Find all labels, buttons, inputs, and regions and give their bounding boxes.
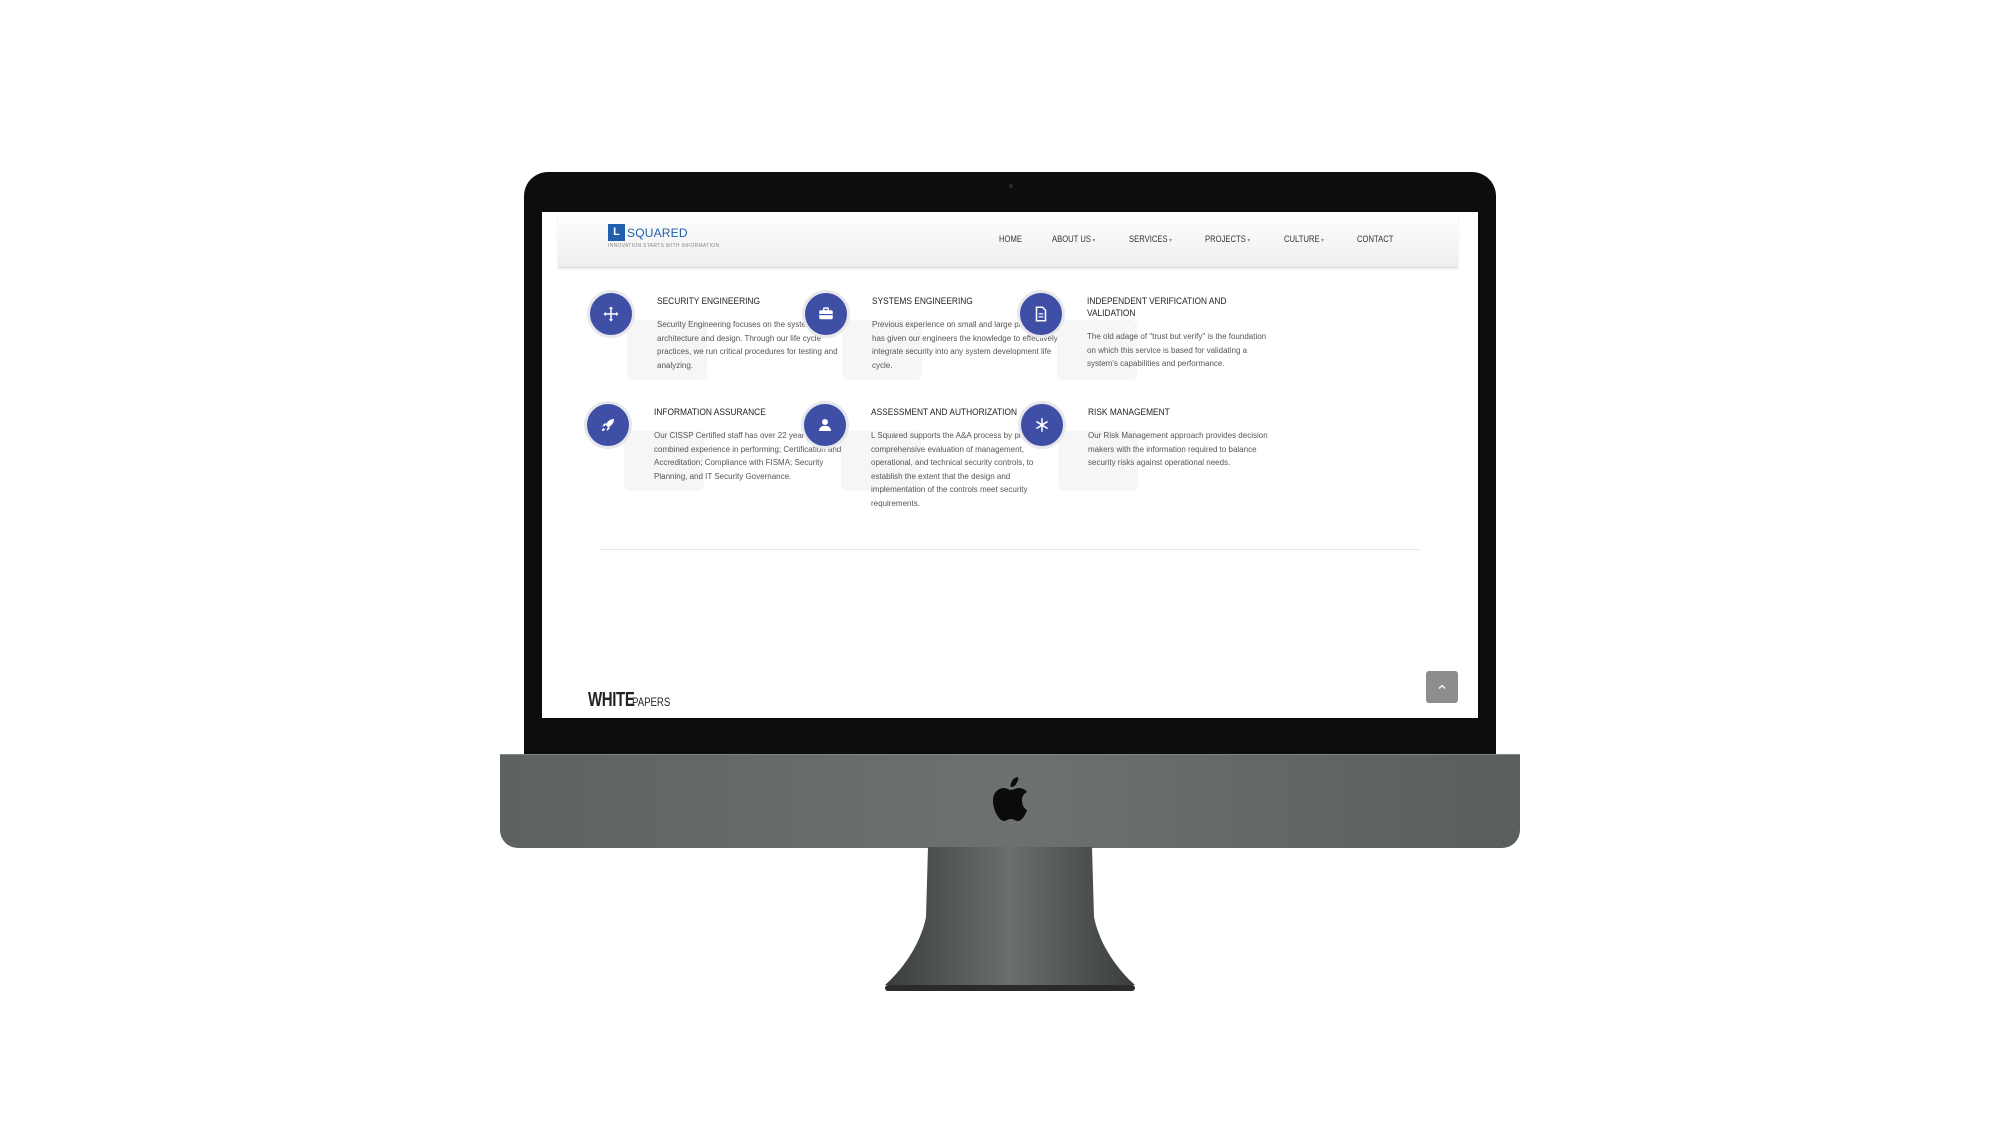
- service-risk-management: RISK MANAGEMENT Our Risk Management appr…: [1018, 401, 1278, 511]
- nav-about-us[interactable]: ABOUT US ▾: [1052, 234, 1095, 244]
- nav-services-label: SERVICES: [1128, 234, 1168, 244]
- nav-projects-label: PROJECTS: [1205, 234, 1247, 244]
- section-divider: [600, 549, 1420, 550]
- website-screen: L SQUARED INNOVATION STARTS WITH INFORMAT…: [542, 212, 1478, 718]
- section-heading: WHITEPAPERS: [588, 689, 680, 712]
- chevron-down-icon: ▾: [1169, 238, 1172, 244]
- nav-projects[interactable]: PROJECTS ▾: [1205, 234, 1250, 244]
- logo-letter: L: [608, 224, 625, 242]
- user-icon: [801, 401, 849, 449]
- nav-about-us-label: ABOUT US: [1052, 234, 1091, 244]
- apple-logo-icon: [993, 777, 1027, 821]
- heading-small: PAPERS: [631, 695, 671, 709]
- service-title: INDEPENDENT VERIFICATION AND VALIDATION: [1087, 296, 1227, 319]
- service-title: RISK MANAGEMENT: [1088, 407, 1170, 418]
- chevron-down-icon: ▾: [1247, 238, 1251, 244]
- nav-culture[interactable]: CULTURE ▾: [1284, 234, 1324, 244]
- scroll-to-top-button[interactable]: [1426, 671, 1458, 703]
- logo-tagline: INNOVATION STARTS WITH INFORMATION: [608, 243, 720, 249]
- chevron-down-icon: ▾: [1092, 238, 1096, 244]
- main-menu: HOME ABOUT US ▾ SERVICES ▾ PROJECTS ▾ CULTU…: [999, 234, 1400, 244]
- imac-mockup: L SQUARED INNOVATION STARTS WITH INFORMAT…: [500, 172, 1520, 998]
- monitor-chin: [500, 754, 1520, 848]
- service-description: Our Risk Management approach provides de…: [1088, 431, 1268, 467]
- service-independent-verification: INDEPENDENT VERIFICATION AND VALIDATION …: [1017, 290, 1277, 390]
- nav-culture-label: CULTURE: [1284, 234, 1320, 244]
- asterisk-icon: [1018, 401, 1066, 449]
- site-logo[interactable]: L SQUARED INNOVATION STARTS WITH INFORMAT…: [608, 224, 808, 254]
- nav-home[interactable]: HOME: [999, 234, 1022, 244]
- move-arrows-icon: [587, 290, 635, 338]
- document-icon: [1017, 290, 1065, 338]
- nav-services[interactable]: SERVICES ▾: [1129, 234, 1172, 244]
- nav-contact[interactable]: CONTACT: [1357, 234, 1393, 244]
- camera: [1009, 184, 1013, 188]
- nav-contact-label: CONTACT: [1357, 234, 1394, 244]
- chevron-up-icon: [1438, 684, 1446, 689]
- nav-home-label: HOME: [999, 234, 1022, 244]
- service-description: The old adage of "trust but verify" is t…: [1087, 332, 1267, 368]
- monitor-stand: [885, 847, 1135, 991]
- site-header: L SQUARED INNOVATION STARTS WITH INFORMAT…: [558, 212, 1458, 268]
- rocket-icon: [584, 401, 632, 449]
- logo-name: SQUARED: [627, 225, 688, 240]
- heading-big: WHITE: [588, 689, 635, 711]
- briefcase-icon: [802, 290, 850, 338]
- chevron-down-icon: ▾: [1321, 238, 1325, 244]
